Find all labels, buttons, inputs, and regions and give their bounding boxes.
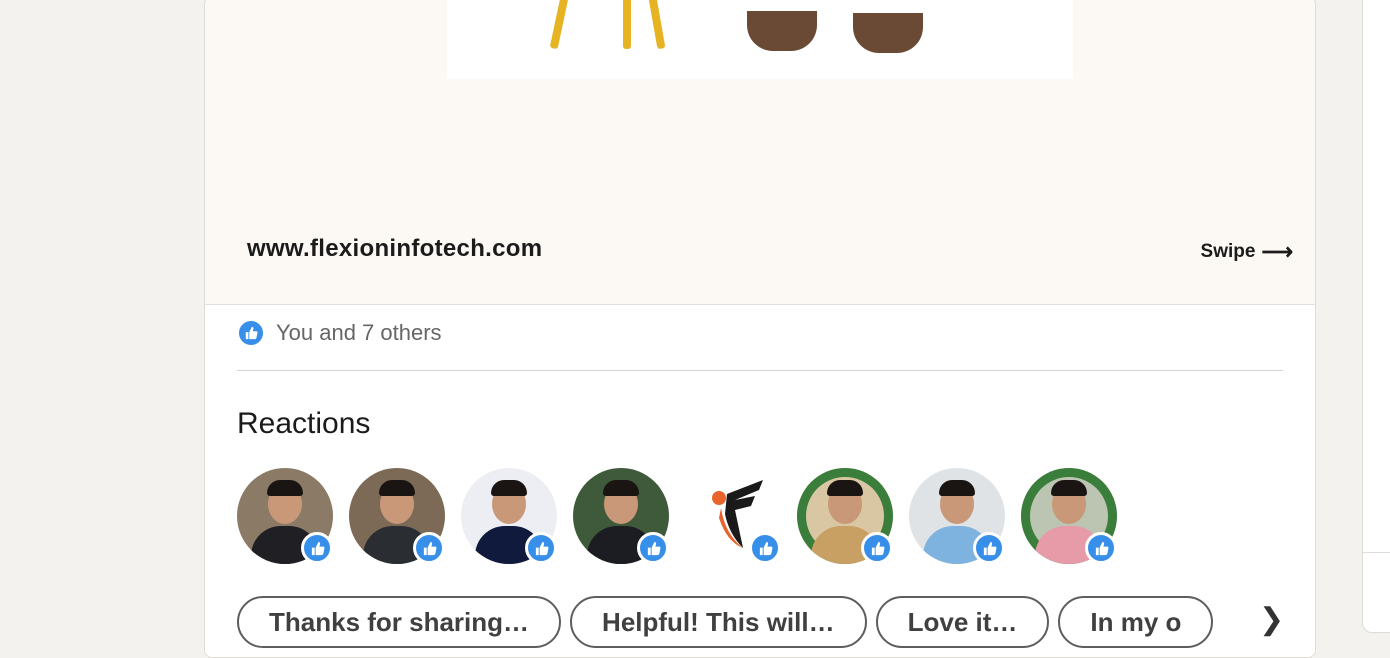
character-foot — [747, 11, 817, 51]
like-icon — [749, 532, 781, 564]
reactor-avatar[interactable] — [797, 468, 893, 564]
reactors-list — [237, 468, 1117, 564]
swipe-hint[interactable]: Swipe ⟶ — [1201, 239, 1293, 265]
divider — [1363, 552, 1390, 553]
reactions-heading: Reactions — [237, 407, 371, 440]
chevron-right-icon[interactable]: ❯ — [1259, 602, 1284, 637]
avatar-hair — [491, 480, 527, 496]
reactor-avatar[interactable] — [909, 468, 1005, 564]
suggested-comments: Thanks for sharing… Helpful! This will… Lo… — [237, 596, 1227, 656]
slide-illustration — [447, 0, 1073, 79]
suggested-comment-button[interactable]: Thanks for sharing… — [237, 596, 562, 648]
easel-leg — [648, 0, 666, 50]
swipe-label: Swipe — [1200, 241, 1256, 262]
divider — [237, 370, 1283, 371]
easel-leg — [623, 0, 631, 49]
like-icon — [973, 532, 1005, 564]
character-foot — [853, 13, 923, 53]
reactions-count-text: You and 7 others — [276, 320, 442, 345]
like-icon — [301, 532, 333, 564]
like-icon — [637, 532, 669, 564]
avatar-hair — [603, 480, 639, 496]
social-counts[interactable]: You and 7 others — [237, 319, 442, 347]
avatar-hair — [939, 480, 975, 496]
avatar-hair — [379, 480, 415, 496]
reactor-avatar[interactable] — [1021, 468, 1117, 564]
avatar-hair — [1051, 480, 1087, 496]
like-icon — [861, 532, 893, 564]
avatar-hair — [827, 480, 863, 496]
like-icon — [1085, 532, 1117, 564]
feed-post-card: www.flexioninfotech.com Swipe ⟶ You and … — [204, 0, 1316, 658]
like-icon — [237, 319, 265, 347]
slide-website-text: www.flexioninfotech.com — [247, 235, 543, 262]
suggested-comment-button[interactable]: Helpful! This will… — [570, 596, 867, 648]
suggested-comment-button[interactable]: In my o — [1058, 596, 1214, 648]
reactor-avatar[interactable] — [461, 468, 557, 564]
arrow-right-icon: ⟶ — [1261, 239, 1293, 264]
reactor-avatar[interactable] — [573, 468, 669, 564]
easel-leg — [549, 0, 569, 50]
like-icon — [413, 532, 445, 564]
reactor-avatar[interactable] — [685, 468, 781, 564]
reactor-avatar[interactable] — [349, 468, 445, 564]
like-icon — [525, 532, 557, 564]
suggested-comment-button[interactable]: Love it… — [875, 596, 1050, 648]
avatar-hair — [267, 480, 303, 496]
right-rail-panel — [1362, 0, 1390, 633]
reactor-avatar[interactable] — [237, 468, 333, 564]
document-carousel-slide[interactable]: www.flexioninfotech.com Swipe ⟶ — [205, 0, 1315, 305]
